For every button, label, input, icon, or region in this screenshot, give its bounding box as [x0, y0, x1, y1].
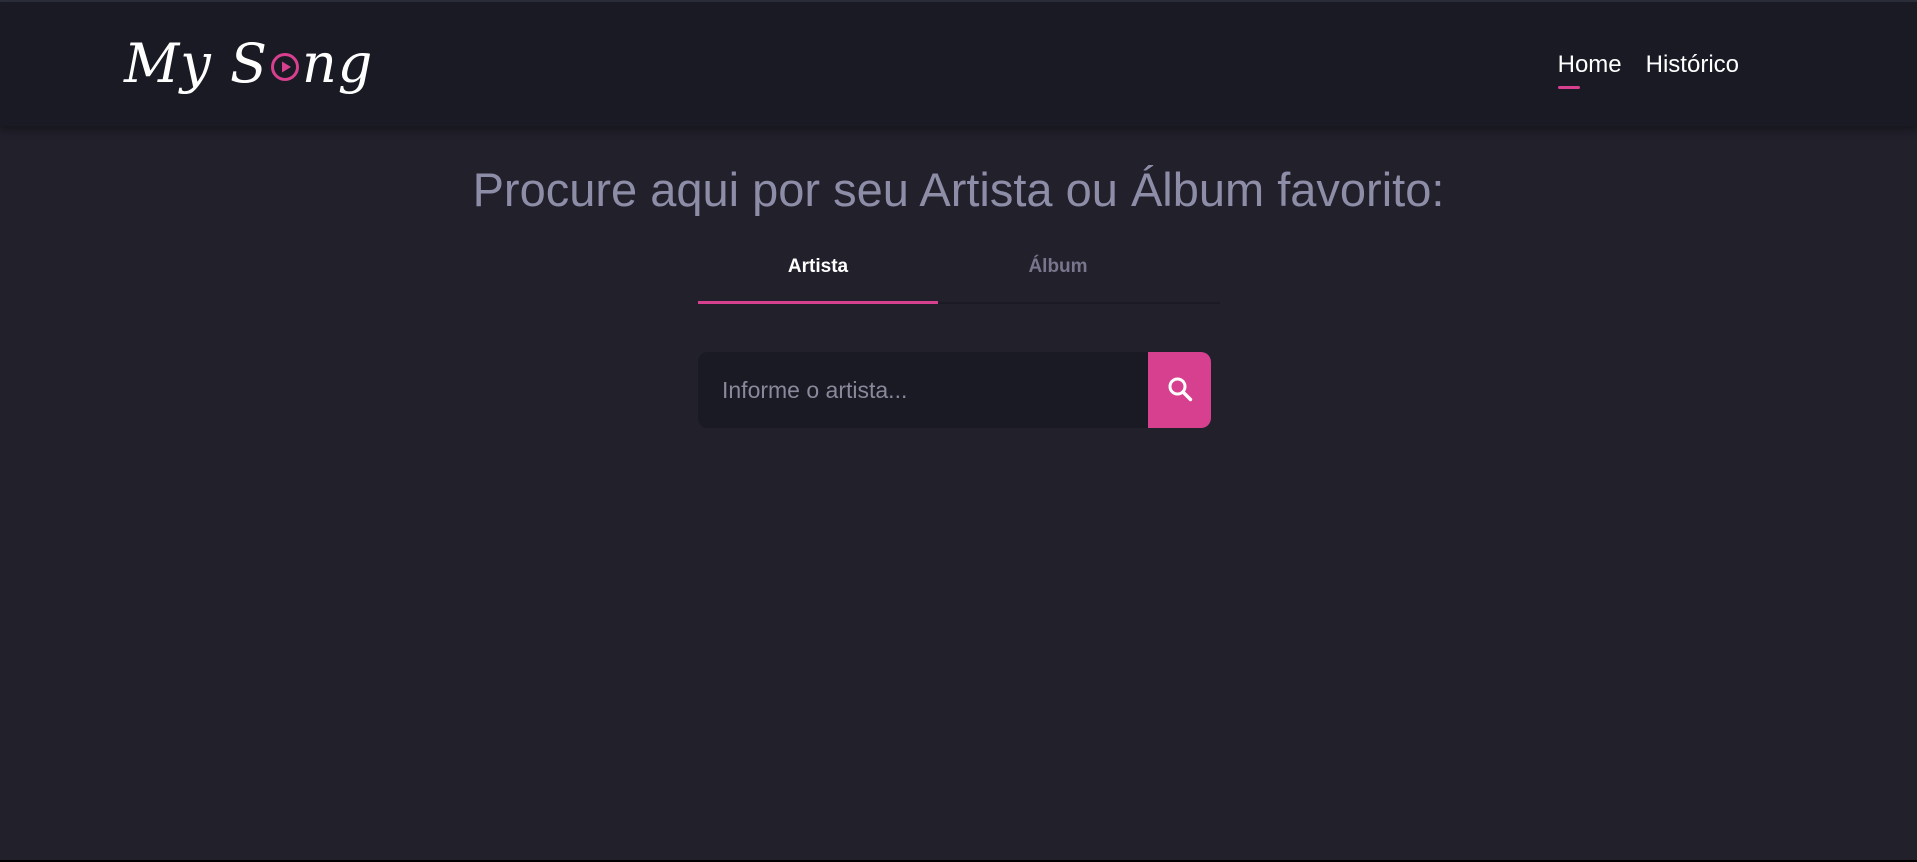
nav-item-home[interactable]: Home: [1557, 48, 1622, 89]
search-input[interactable]: [698, 352, 1148, 428]
play-circle-icon: [270, 52, 300, 82]
app-window: My S ng Home Histórico Procure aqui por …: [0, 0, 1917, 860]
header-bar: My S ng Home Histórico: [0, 2, 1917, 126]
logo-text-end: ng: [301, 31, 374, 95]
tab-album[interactable]: Álbum: [938, 248, 1178, 302]
search-type-tabs: Artista Álbum: [698, 248, 1220, 304]
search-bar: [698, 352, 1211, 428]
main-nav: Home Histórico: [1557, 48, 1739, 89]
search-button[interactable]: [1148, 352, 1211, 428]
logo-text-start: My S: [124, 31, 268, 95]
tab-artista[interactable]: Artista: [698, 248, 938, 304]
search-icon: [1166, 375, 1194, 406]
page-title: Procure aqui por seu Artista ou Álbum fa…: [472, 163, 1445, 216]
logo[interactable]: My S ng: [124, 28, 373, 98]
nav-item-historico[interactable]: Histórico: [1646, 48, 1739, 82]
